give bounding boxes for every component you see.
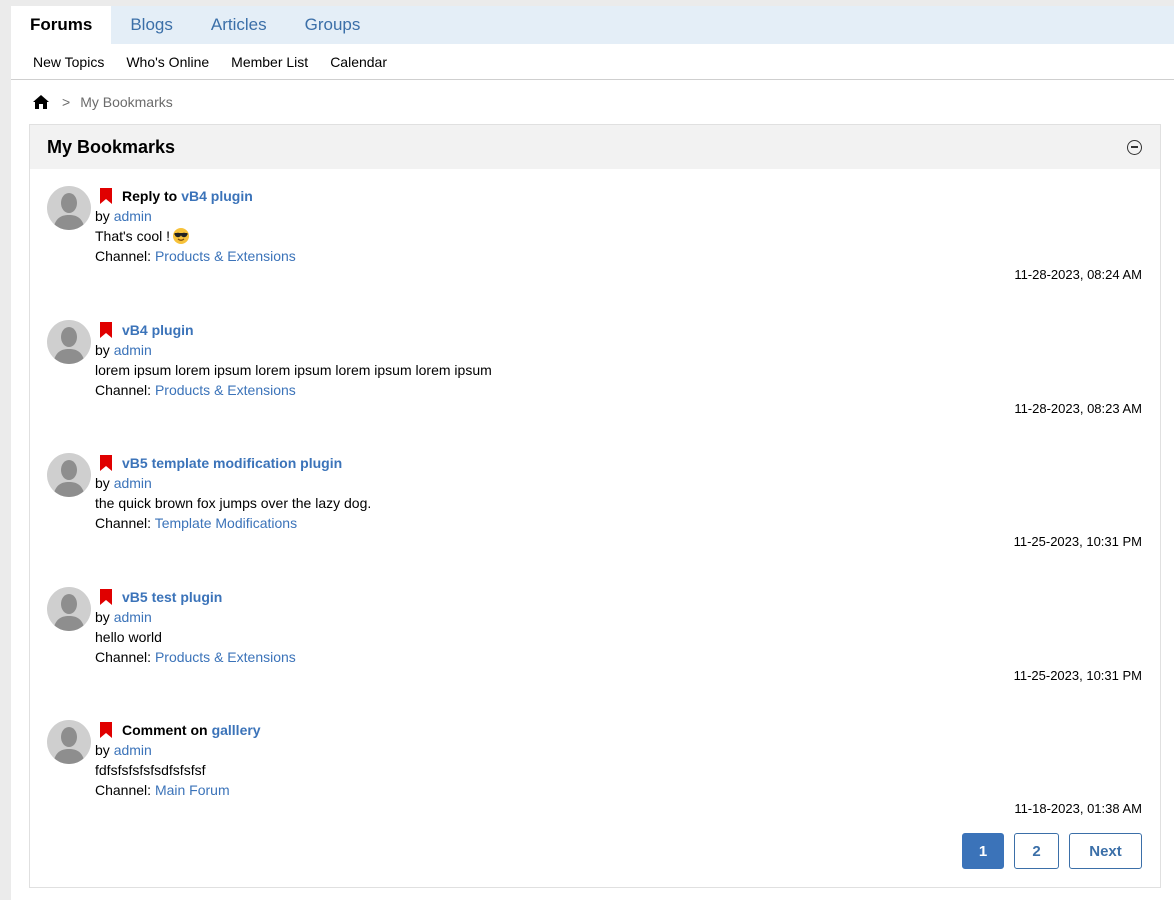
bookmarks-panel: My Bookmarks Reply to vB4 plugin by admi… xyxy=(29,124,1161,888)
channel-link[interactable]: Template Modifications xyxy=(155,515,297,531)
avatar[interactable] xyxy=(47,186,91,230)
page: Forums Blogs Articles Groups New Topics … xyxy=(0,0,1174,900)
bookmark-channel-line: Channel: Products & Extensions xyxy=(95,246,296,266)
bookmark-body: vB5 template modification plugin by admi… xyxy=(95,453,371,533)
bookmark-channel-line: Channel: Products & Extensions xyxy=(95,380,492,400)
bookmark-author-line: by admin xyxy=(95,340,492,360)
by-label: by xyxy=(95,208,110,224)
sub-navigation: New Topics Who's Online Member List Cale… xyxy=(11,44,1174,80)
bookmark-date: 11-25-2023, 10:31 PM xyxy=(1013,667,1142,683)
bookmark-date: 11-28-2023, 08:23 AM xyxy=(1014,400,1142,416)
bookmark-item: vB5 template modification plugin by admi… xyxy=(30,436,1160,570)
bookmark-channel-line: Channel: Template Modifications xyxy=(95,513,371,533)
channel-label: Channel: xyxy=(95,515,152,531)
bookmark-text: the quick brown fox jumps over the lazy … xyxy=(95,495,372,511)
author-link[interactable]: admin xyxy=(114,609,152,625)
bookmark-text: That's cool ! xyxy=(95,226,296,246)
bookmark-body: Comment on galllery by admin fdfsfsfsfsf… xyxy=(95,720,261,800)
next-page-button[interactable]: Next xyxy=(1069,833,1142,869)
bookmark-title-line: vB5 template modification plugin xyxy=(95,453,371,473)
bookmark-text: lorem ipsum lorem ipsum lorem ipsum lore… xyxy=(95,361,492,378)
bookmark-author-line: by admin xyxy=(95,740,261,760)
author-link[interactable]: admin xyxy=(114,208,152,224)
author-link[interactable]: admin xyxy=(114,342,152,358)
breadcrumb-current: My Bookmarks xyxy=(80,94,173,110)
avatar[interactable] xyxy=(47,720,91,764)
channel-label: Channel: xyxy=(95,248,152,264)
avatar[interactable] xyxy=(47,586,91,631)
bookmark-text-content: That's cool ! xyxy=(95,228,171,244)
bookmark-item: vB4 plugin by admin lorem ipsum lorem ip… xyxy=(30,303,1160,437)
bookmark-prefix: Reply to xyxy=(122,188,178,204)
bookmark-author-line: by admin xyxy=(95,473,371,493)
by-label: by xyxy=(95,475,110,491)
breadcrumb: > My Bookmarks xyxy=(32,92,173,112)
subnav-new-topics[interactable]: New Topics xyxy=(33,54,104,70)
home-icon[interactable] xyxy=(32,94,50,110)
panel-header: My Bookmarks xyxy=(30,125,1160,169)
bookmark-title-link[interactable]: vB5 template modification plugin xyxy=(122,453,342,473)
tab-blogs[interactable]: Blogs xyxy=(111,6,192,44)
bookmark-author-line: by admin xyxy=(95,607,296,627)
breadcrumb-separator: > xyxy=(62,94,71,110)
page-1-button[interactable]: 1 xyxy=(962,833,1004,869)
bookmark-body: vB4 plugin by admin lorem ipsum lorem ip… xyxy=(95,320,492,400)
bookmark-icon xyxy=(100,722,112,738)
bookmark-date: 11-25-2023, 10:31 PM xyxy=(1013,534,1142,549)
channel-link[interactable]: Products & Extensions xyxy=(155,649,296,665)
collapse-icon[interactable] xyxy=(1127,139,1142,155)
tab-articles[interactable]: Articles xyxy=(192,6,286,44)
sunglasses-emoji-icon xyxy=(172,227,190,245)
channel-label: Channel: xyxy=(95,648,152,665)
bookmark-list: Reply to vB4 plugin by admin That's cool… xyxy=(30,169,1160,837)
bookmark-icon xyxy=(100,588,112,605)
bookmark-icon xyxy=(100,188,112,204)
bookmark-title-line: Comment on galllery xyxy=(95,720,261,740)
avatar[interactable] xyxy=(47,319,91,364)
bookmark-title-link[interactable]: vB5 test plugin xyxy=(122,587,222,607)
left-strip xyxy=(0,0,11,900)
author-link[interactable]: admin xyxy=(114,742,152,758)
panel-title: My Bookmarks xyxy=(47,136,176,157)
page-2-button[interactable]: 2 xyxy=(1014,833,1059,869)
bookmark-date: 11-28-2023, 08:24 AM xyxy=(1014,267,1142,282)
bookmark-title-link[interactable]: vB4 plugin xyxy=(122,320,194,340)
bookmark-title-link[interactable]: vB4 plugin xyxy=(181,186,253,206)
channel-link[interactable]: Products & Extensions xyxy=(155,382,296,398)
bookmark-title-link[interactable]: galllery xyxy=(212,720,261,740)
bookmark-prefix: Comment on xyxy=(122,722,208,738)
tab-groups[interactable]: Groups xyxy=(286,6,380,44)
channel-label: Channel: xyxy=(95,782,152,798)
author-link[interactable]: admin xyxy=(114,475,152,491)
pagination: 1 2 Next xyxy=(962,833,1142,869)
subnav-whos-online[interactable]: Who's Online xyxy=(126,54,209,70)
bookmark-item: Comment on galllery by admin fdfsfsfsfsf… xyxy=(30,703,1160,837)
bookmark-icon xyxy=(100,321,112,338)
bookmark-date: 11-18-2023, 01:38 AM xyxy=(1014,801,1142,816)
bookmark-channel-line: Channel: Main Forum xyxy=(95,780,261,800)
bookmark-title-line: vB5 test plugin xyxy=(95,587,296,607)
bookmark-title-line: vB4 plugin xyxy=(95,320,492,340)
by-label: by xyxy=(95,608,110,625)
bookmark-text: fdfsfsfsfsfsdfsfsfsf xyxy=(95,762,206,778)
channel-label: Channel: xyxy=(95,381,152,398)
bookmark-author-line: by admin xyxy=(95,206,296,226)
bookmark-body: Reply to vB4 plugin by admin That's cool… xyxy=(95,186,296,266)
bookmark-item: Reply to vB4 plugin by admin That's cool… xyxy=(30,169,1160,303)
avatar[interactable] xyxy=(47,453,91,497)
main-tab-bar: Forums Blogs Articles Groups xyxy=(11,6,1174,44)
bookmark-text: hello world xyxy=(95,628,162,645)
bookmark-item: vB5 test plugin by admin hello world Cha… xyxy=(30,570,1160,704)
channel-link[interactable]: Main Forum xyxy=(155,782,230,798)
by-label: by xyxy=(95,742,110,758)
channel-link[interactable]: Products & Extensions xyxy=(155,248,296,264)
subnav-calendar[interactable]: Calendar xyxy=(330,54,387,70)
subnav-member-list[interactable]: Member List xyxy=(231,54,308,70)
bookmark-body: vB5 test plugin by admin hello world Cha… xyxy=(95,587,296,667)
bookmark-icon xyxy=(100,455,112,471)
bookmark-title-line: Reply to vB4 plugin xyxy=(95,186,296,206)
tab-forums[interactable]: Forums xyxy=(11,6,112,44)
bookmark-channel-line: Channel: Products & Extensions xyxy=(95,647,296,667)
by-label: by xyxy=(95,341,110,358)
